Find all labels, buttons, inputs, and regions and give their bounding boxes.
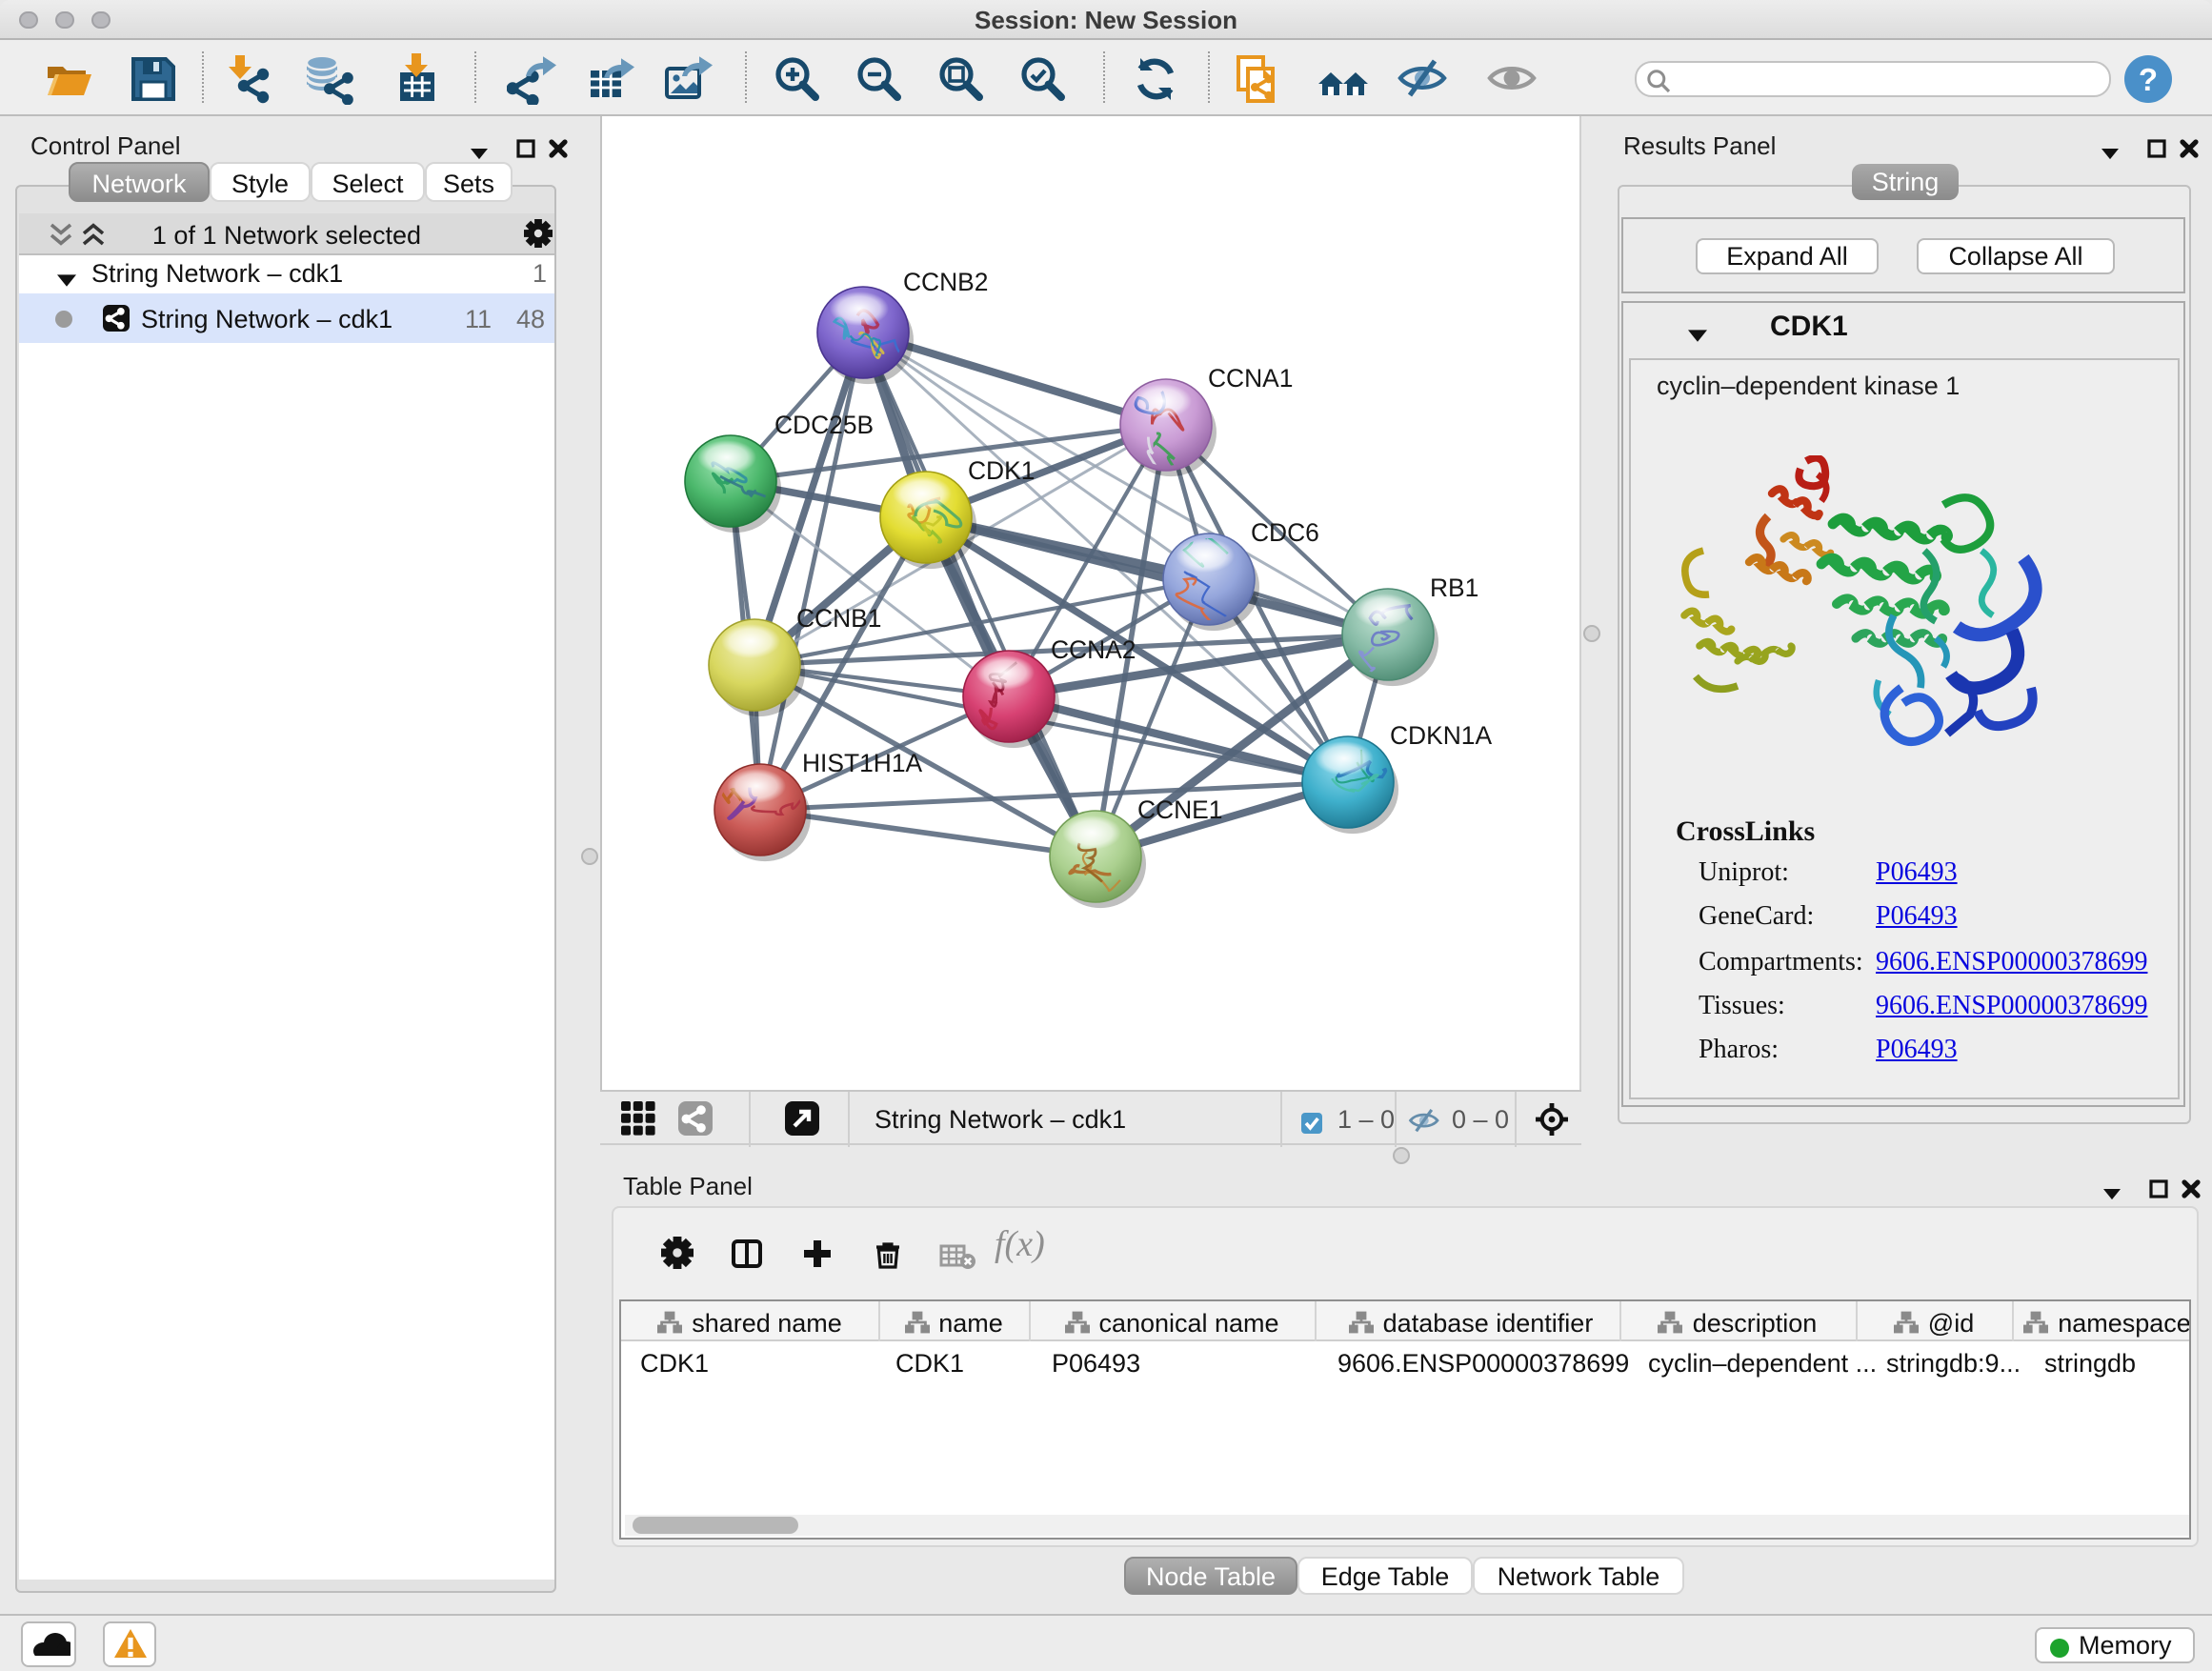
svg-text:RB1: RB1: [1430, 574, 1478, 602]
svg-text:CDK1: CDK1: [968, 456, 1035, 485]
svg-text:CCNA2: CCNA2: [1051, 635, 1136, 664]
svg-text:CCNB1: CCNB1: [796, 604, 881, 633]
svg-text:HIST1H1A: HIST1H1A: [802, 749, 923, 777]
svg-text:CCNE1: CCNE1: [1137, 795, 1222, 824]
svg-text:CCNB2: CCNB2: [903, 268, 988, 296]
svg-text:CCNA1: CCNA1: [1208, 364, 1293, 393]
svg-text:?: ?: [2139, 62, 2158, 97]
svg-text:CDKN1A: CDKN1A: [1390, 721, 1492, 750]
svg-text:CDC6: CDC6: [1251, 518, 1319, 547]
svg-text:CDC25B: CDC25B: [774, 411, 874, 439]
